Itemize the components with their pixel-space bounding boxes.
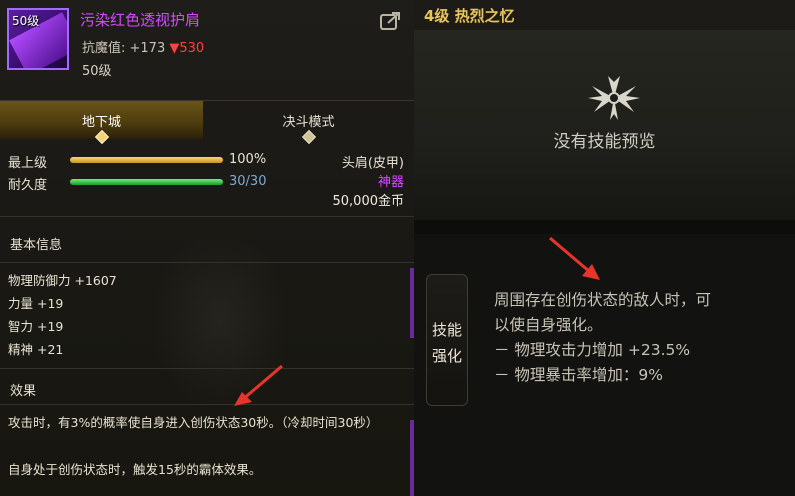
effect-title: 效果: [10, 384, 37, 399]
skill-preview: 没有技能预览: [414, 30, 795, 220]
desc-line-4: － 物理暴击率增加：9%: [494, 366, 664, 384]
item-tooltip-panel: 50级 污染红色透视护肩 抗魔值: +173 ▼530 50级 地下城 决斗模式…: [0, 0, 414, 496]
skill-emblem-icon: [588, 76, 640, 120]
attr-strength: 力量 +19: [8, 296, 64, 311]
durability-bar-fill: [70, 179, 223, 185]
item-required-level: 50级: [82, 64, 112, 79]
annotation-arrow-icon: [234, 364, 283, 406]
desc-line-3: － 物理攻击力增加 +23.5%: [494, 341, 691, 359]
magic-resist-value: 抗魔值: +173: [82, 41, 166, 56]
tab-pvp[interactable]: 决斗模式: [203, 101, 414, 145]
no-preview-text: 没有技能预览: [553, 132, 656, 152]
equip-slot: 头肩(皮甲): [341, 156, 404, 171]
mode-tabs: 地下城 决斗模式: [0, 100, 414, 145]
durability-label: 耐久度: [8, 178, 48, 193]
annotation-arrow-icon: [549, 236, 600, 280]
grade-value: 100%: [229, 152, 267, 167]
desc-line-1: 周围存在创伤状态的敌人时，可: [494, 291, 712, 309]
skill-enhance-badge: 技能 强化: [426, 274, 468, 406]
attr-spirit: 精神 +21: [8, 342, 64, 357]
skill-enhance-panel: 4级 热烈之忆 没有技能预览 技能 强化 周围存在创伤状态的敌人时，可 以使自身…: [414, 0, 795, 496]
attr-intelligence: 智力 +19: [8, 319, 64, 334]
badge-line-1: 技能: [431, 321, 462, 339]
desc-line-2: 以使自身强化。: [494, 316, 603, 334]
tab-indicator-icon: [301, 129, 316, 145]
rarity-label: 神器: [377, 175, 404, 190]
divider: [0, 368, 414, 369]
item-level-badge: 50级: [12, 14, 40, 28]
basic-info-title: 基本信息: [10, 238, 63, 253]
separator-band: [414, 220, 795, 234]
item-header: 50级 污染红色透视护肩 抗魔值: +173 ▼530 50级: [0, 0, 414, 96]
attr-phys-def: 物理防御力 +1607: [8, 273, 117, 288]
tab-dungeon-label: 地下城: [81, 115, 121, 130]
magic-resist-diff: ▼530: [169, 41, 205, 56]
tab-dungeon[interactable]: 地下城: [0, 101, 203, 145]
enhance-section: 技能 强化 周围存在创伤状态的敌人时，可 以使自身强化。 － 物理攻击力增加 +…: [414, 234, 795, 496]
skill-title-bar: 4级 热烈之忆: [414, 0, 795, 30]
grade-label: 最上级: [8, 156, 48, 171]
item-icon[interactable]: 50级: [7, 8, 69, 70]
skill-title: 4级 热烈之忆: [424, 7, 515, 25]
grade-bar: [70, 157, 223, 163]
durability-bar: [70, 179, 223, 185]
divider: [0, 404, 414, 405]
divider: [0, 216, 414, 217]
tab-indicator-icon: [94, 129, 109, 145]
tab-pvp-label: 决斗模式: [282, 115, 335, 130]
effect-line-2: 自身处于创伤状态时，触发15秒的霸体效果。: [8, 462, 262, 477]
badge-line-2: 强化: [431, 347, 462, 365]
durability-value: 30/30: [229, 174, 267, 189]
share-icon[interactable]: [380, 11, 402, 31]
effect-line-1: 攻击时，有3%的概率使自身进入创伤状态30秒。（冷却时间30秒）: [8, 415, 379, 430]
price-label: 50,000金币: [332, 194, 405, 209]
grade-bar-fill: [70, 157, 223, 163]
item-name: 污染红色透视护肩: [80, 11, 201, 29]
magic-resist-line: 抗魔值: +173 ▼530: [82, 37, 204, 56]
divider: [0, 262, 414, 263]
enhance-description: 周围存在创伤状态的敌人时，可 以使自身强化。 － 物理攻击力增加 +23.5% …: [494, 288, 711, 388]
